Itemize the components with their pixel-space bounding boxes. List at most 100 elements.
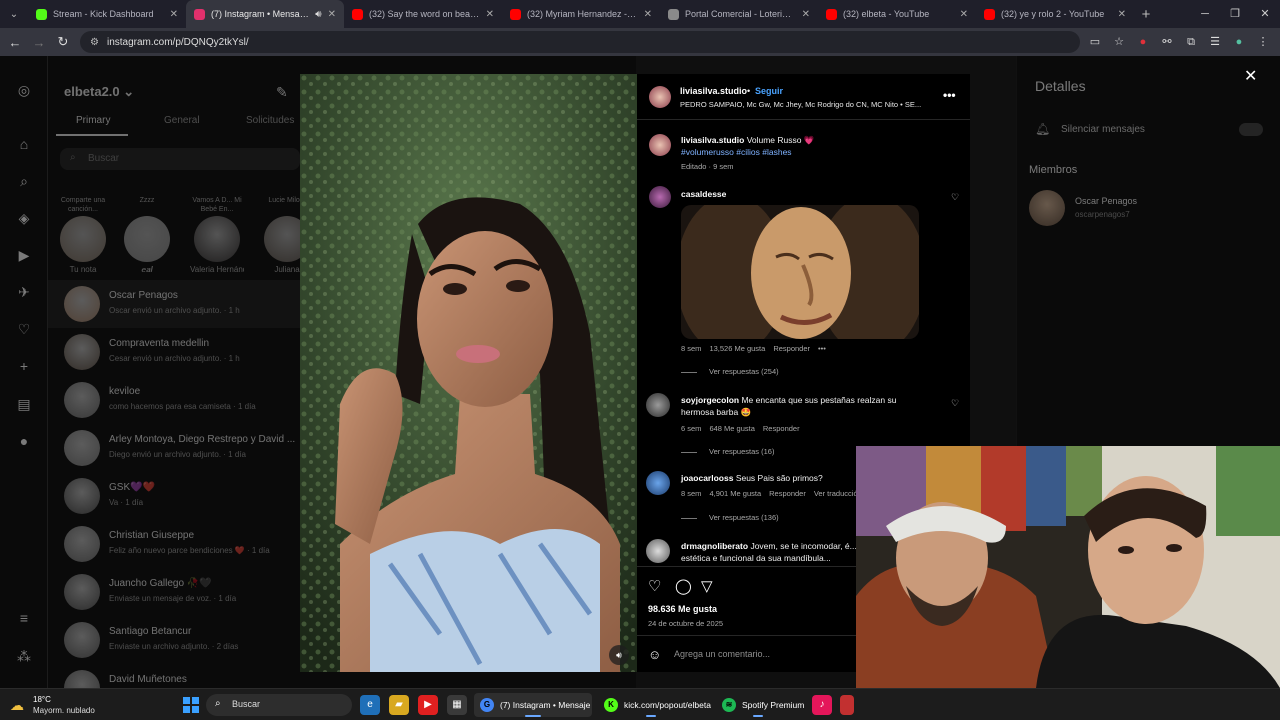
post-options-icon[interactable]: ••• [943, 88, 956, 102]
comment-like-icon[interactable]: ♡ [951, 192, 959, 203]
address-bar[interactable]: ⚙ instagram.com/p/DQNQy2tkYsl/ [80, 31, 1080, 53]
video-volume-icon[interactable]: 🔊︎ [609, 645, 629, 665]
close-window-icon[interactable]: ✕ [1250, 0, 1280, 28]
tiktok-icon[interactable]: ♪ [812, 695, 832, 715]
post-video[interactable] [300, 74, 637, 672]
account-switcher[interactable]: elbeta2.0 ⌄ [64, 84, 134, 100]
maximize-icon[interactable]: ❐ [1220, 0, 1250, 28]
tab-close-icon[interactable]: ✕ [328, 9, 336, 20]
comment-likes[interactable]: 4,901 Me gusta [709, 489, 761, 498]
audio-track[interactable]: PEDRO SAMPAIO, Mc Gw, Mc Jhey, Mc Rodrig… [680, 100, 936, 109]
extension-link-icon[interactable]: ⚯ [1158, 32, 1176, 52]
tab-close-icon[interactable]: ✕ [1118, 9, 1126, 20]
note-item[interactable]: Zzzz 𝒆𝒂𝒍 [120, 196, 174, 275]
comment-username[interactable]: casaldesse [681, 189, 726, 199]
youtube-icon[interactable]: ▶ [418, 695, 438, 715]
reply-button[interactable]: Responder [773, 344, 810, 353]
share-send-icon[interactable]: ▽ [701, 577, 713, 595]
overflow-app-icon[interactable] [840, 695, 854, 715]
translate-button[interactable]: Ver traducción [814, 489, 862, 498]
browser-tab[interactable]: Portal Comercial - Loteria de M ✕ [660, 0, 818, 28]
profile-icon[interactable]: ● [16, 433, 32, 449]
messages-icon[interactable]: ✈ [16, 284, 32, 300]
tab-close-icon[interactable]: ✕ [486, 9, 494, 20]
dm-search-input[interactable]: ⌕ Buscar [60, 148, 300, 170]
instagram-logo-icon[interactable]: ◎ [16, 82, 32, 98]
close-modal-icon[interactable]: ✕ [1244, 66, 1257, 86]
total-likes[interactable]: 98.636 Me gusta [648, 604, 717, 614]
new-tab-button[interactable]: + [1134, 0, 1158, 28]
back-icon[interactable]: ← [3, 35, 27, 50]
view-replies[interactable]: Ver respuestas (254) [681, 367, 779, 376]
post-author[interactable]: liviasilva.studio [680, 86, 747, 96]
notifications-heart-icon[interactable]: ♡ [16, 321, 32, 337]
reply-button[interactable]: Responder [769, 489, 806, 498]
chat-list-item[interactable]: Juancho Gallego 🥀🖤 Enviaste un mensaje de… [48, 568, 300, 616]
tab-primary[interactable]: Primary [76, 115, 110, 126]
browser-tab[interactable]: (32) Say the word on beat. (Lev ✕ [344, 0, 502, 28]
cast-icon[interactable]: ▭ [1086, 32, 1104, 52]
comment-username[interactable]: soyjorgecolon [681, 395, 739, 405]
browser-tab[interactable]: (32) Myriam Hernandez - Herid ✕ [502, 0, 660, 28]
tab-close-icon[interactable]: ✕ [960, 9, 968, 20]
reels-icon[interactable]: ▶ [16, 247, 32, 263]
comment-likes[interactable]: 648 Me gusta [709, 424, 754, 433]
chat-list-item[interactable]: Arley Montoya, Diego Restrepo y David ..… [48, 424, 300, 472]
extension-red-icon[interactable]: ● [1134, 32, 1152, 52]
profile-avatar-icon[interactable]: ● [1230, 32, 1248, 52]
tab-search-icon[interactable]: ⌄ [0, 0, 28, 28]
like-heart-icon[interactable]: ♡ [648, 577, 661, 595]
site-info-icon[interactable]: ⚙ [90, 37, 99, 48]
comment-avatar[interactable] [646, 393, 670, 417]
dashboard-icon[interactable]: ▤ [16, 396, 32, 412]
note-item[interactable]: Comparte una canción... Tu nota [56, 196, 110, 274]
comment-likes[interactable]: 13,526 Me gusta [709, 344, 765, 353]
browser-tab[interactable]: (32) elbeta - YouTube ✕ [818, 0, 976, 28]
browser-tab[interactable]: (7) Instagram • Mensajes 🔊︎ ✕ [186, 0, 344, 28]
forward-icon[interactable]: → [27, 35, 51, 50]
tab-requests[interactable]: Solicitudes [246, 115, 294, 126]
chat-list-item[interactable]: Oscar Penagos Oscar envió un archivo adju… [48, 280, 300, 328]
chat-list-item[interactable]: GSK💜❤️ Va · 1 día [48, 472, 300, 520]
also-from-meta-icon[interactable]: ⁂ [16, 648, 32, 664]
follow-button[interactable]: Seguir [755, 86, 783, 96]
comment-input[interactable]: Agrega un comentario... [674, 649, 770, 659]
tab-close-icon[interactable]: ✕ [644, 9, 652, 20]
reload-icon[interactable]: ↻ [51, 34, 75, 50]
comment-more-icon[interactable]: ••• [818, 344, 826, 353]
comment-username[interactable]: drmagnoliberato [681, 541, 748, 551]
menu-kebab-icon[interactable]: ⋮ [1254, 32, 1272, 52]
reply-button[interactable]: Responder [763, 424, 800, 433]
tab-audio-icon[interactable]: 🔊︎ [315, 9, 321, 20]
create-plus-icon[interactable]: + [16, 358, 32, 374]
comment-image[interactable] [681, 205, 919, 339]
view-replies[interactable]: Ver respuestas (16) [681, 447, 774, 456]
mute-toggle[interactable] [1239, 123, 1263, 136]
chat-list-item[interactable]: keviloe como hacemos para esa camiseta · … [48, 376, 300, 424]
tab-general[interactable]: General [164, 115, 200, 126]
bookmark-star-icon[interactable]: ☆ [1110, 32, 1128, 52]
note-item[interactable]: Vamos A D... Mi Bebé En... Valeria Hernán… [190, 196, 244, 274]
browser-tab[interactable]: (32) ye y rolo 2 - YouTube ✕ [976, 0, 1134, 28]
member-avatar[interactable] [1029, 190, 1065, 226]
minimize-icon[interactable]: ─ [1190, 0, 1220, 28]
reading-list-icon[interactable]: ☰ [1206, 32, 1224, 52]
comment-avatar[interactable] [646, 539, 670, 563]
comment-username[interactable]: joaocarlooss [681, 473, 733, 483]
author-avatar[interactable] [649, 86, 671, 108]
caption-username[interactable]: liviasilva.studio [681, 135, 744, 145]
tab-close-icon[interactable]: ✕ [802, 9, 810, 20]
chat-list-item[interactable]: Compraventa medellin Cesar envió un archi… [48, 328, 300, 376]
browser-tab[interactable]: Stream - Kick Dashboard ✕ [28, 0, 186, 28]
caption-avatar[interactable] [649, 134, 671, 156]
extensions-puzzle-icon[interactable]: ⧉ [1182, 32, 1200, 52]
store-icon[interactable]: ▦ [447, 695, 467, 715]
chat-list-item[interactable]: Santiago Betancur Enviaste un archivo adj… [48, 616, 300, 664]
tab-close-icon[interactable]: ✕ [170, 9, 178, 20]
emoji-picker-icon[interactable]: ☺ [648, 647, 661, 662]
taskbar-app[interactable]: Kkick.com/popout/elbeta [598, 693, 711, 717]
home-icon[interactable]: ⌂ [16, 136, 32, 152]
file-explorer-icon[interactable]: ▰ [389, 695, 409, 715]
taskbar-app[interactable]: ≋ Spotify Premium [716, 693, 806, 717]
comment-like-icon[interactable]: ♡ [951, 398, 959, 409]
